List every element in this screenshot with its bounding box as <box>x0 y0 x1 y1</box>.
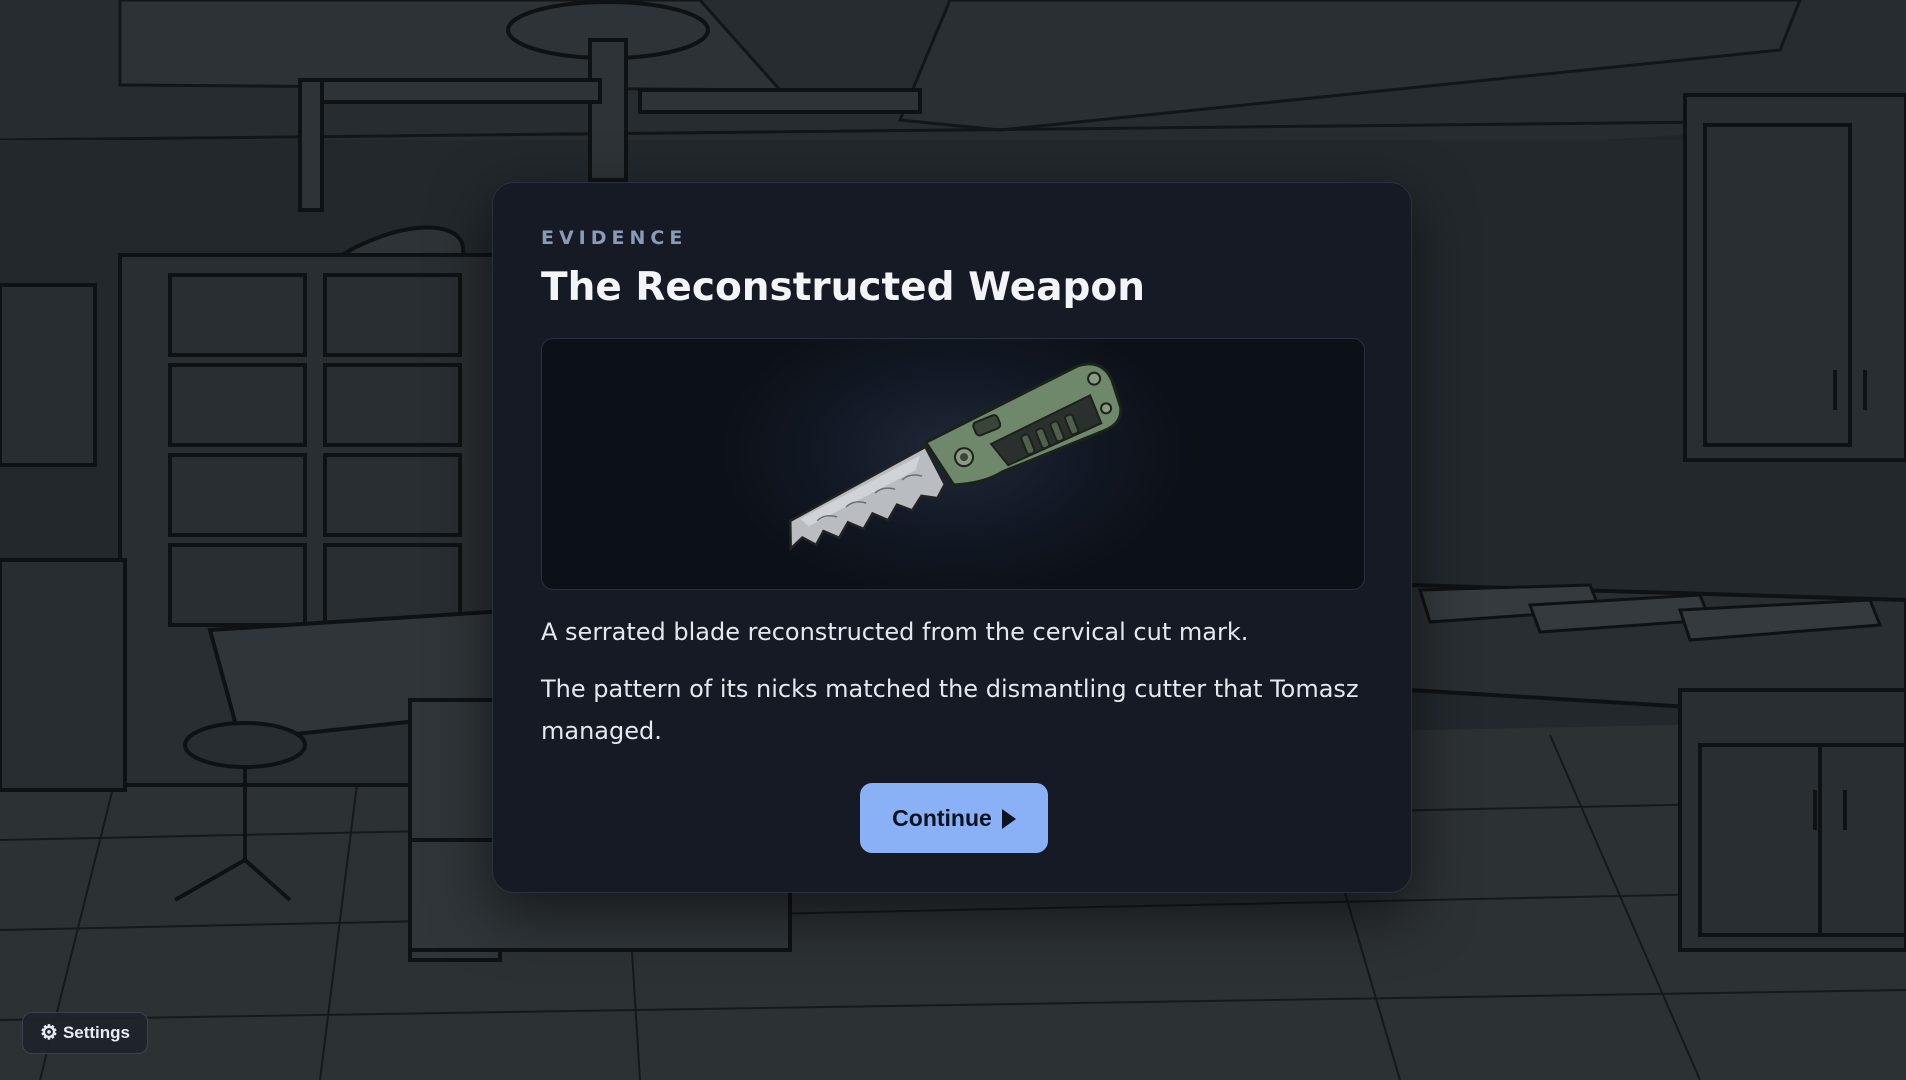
evidence-detail: The pattern of its nicks matched the dis… <box>541 675 1359 745</box>
continue-label: Continue <box>892 804 992 831</box>
gear-icon: ⚙ <box>40 1022 58 1044</box>
evidence-image <box>541 338 1365 590</box>
continue-button[interactable]: Continue <box>860 783 1048 853</box>
evidence-title: The Reconstructed Weapon <box>541 265 1145 310</box>
serrated-knife-illustration <box>788 362 1123 552</box>
settings-button[interactable]: ⚙ Settings <box>22 1012 148 1054</box>
evidence-description: A serrated blade reconstructed from the … <box>541 618 1249 646</box>
game-scene: EVIDENCE The Reconstructed Weapon A serr… <box>0 0 1906 1080</box>
play-arrow-icon <box>1001 808 1016 829</box>
settings-label: Settings <box>62 1023 130 1042</box>
evidence-kicker: EVIDENCE <box>541 227 688 249</box>
evidence-card: EVIDENCE The Reconstructed Weapon A serr… <box>492 182 1412 893</box>
